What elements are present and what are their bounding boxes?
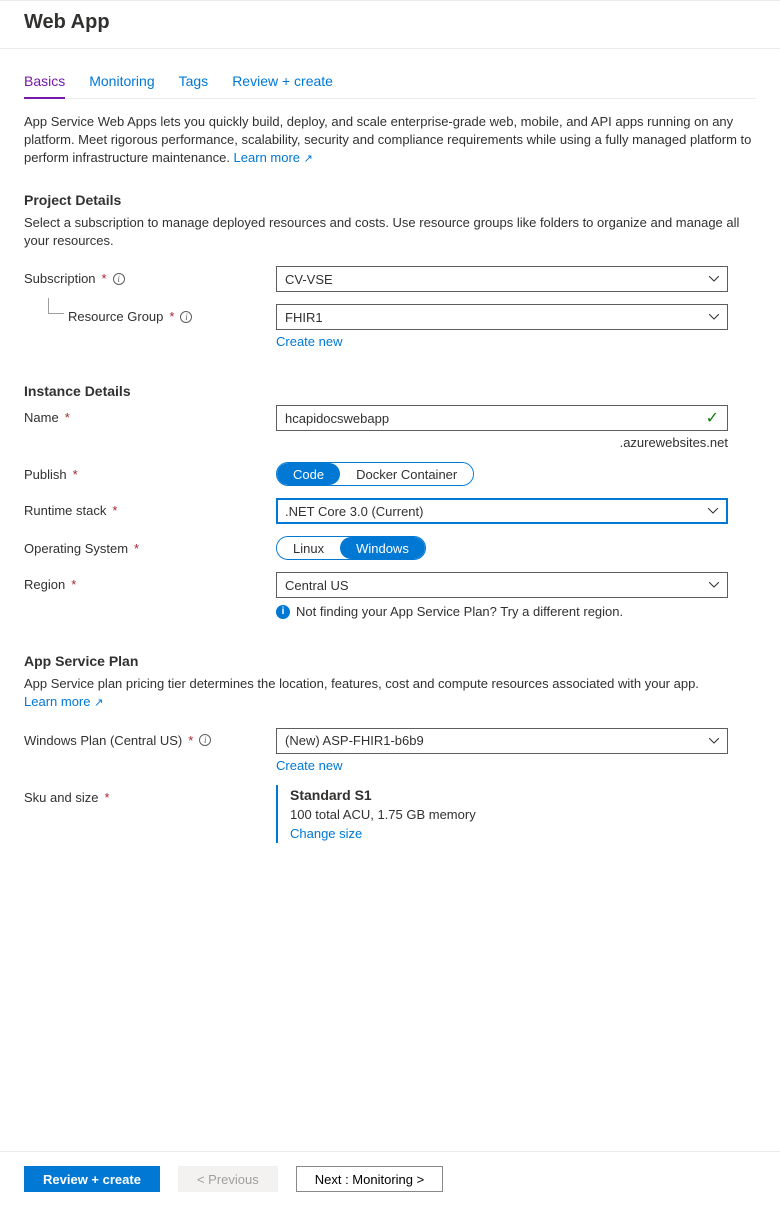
resource-group-select[interactable]: FHIR1	[276, 304, 728, 330]
tabs: Basics Monitoring Tags Review + create	[24, 49, 756, 99]
runtime-select[interactable]: .NET Core 3.0 (Current)	[276, 498, 728, 524]
previous-button: < Previous	[178, 1166, 278, 1192]
required-indicator: *	[102, 271, 107, 286]
sku-desc: 100 total ACU, 1.75 GB memory	[290, 803, 728, 822]
windows-plan-label: Windows Plan (Central US)	[24, 733, 182, 748]
chevron-down-icon	[709, 738, 719, 744]
project-details-desc: Select a subscription to manage deployed…	[24, 208, 756, 260]
chevron-down-icon	[709, 314, 719, 320]
project-details-heading: Project Details	[24, 178, 756, 208]
subscription-label: Subscription	[24, 271, 96, 286]
runtime-label: Runtime stack	[24, 503, 106, 518]
required-indicator: *	[112, 503, 117, 518]
chevron-down-icon	[709, 276, 719, 282]
sku-label: Sku and size	[24, 790, 98, 805]
region-hint: Not finding your App Service Plan? Try a…	[296, 604, 623, 619]
publish-toggle: Code Docker Container	[276, 462, 474, 486]
required-indicator: *	[73, 467, 78, 482]
required-indicator: *	[104, 790, 109, 805]
os-label: Operating System	[24, 541, 128, 556]
region-label: Region	[24, 577, 65, 592]
publish-docker-option[interactable]: Docker Container	[340, 463, 473, 485]
info-filled-icon: i	[276, 605, 290, 619]
os-toggle: Linux Windows	[276, 536, 426, 560]
page-title: Web App	[24, 11, 756, 34]
os-windows-option[interactable]: Windows	[340, 537, 425, 559]
sku-info: Standard S1 100 total ACU, 1.75 GB memor…	[276, 785, 728, 843]
region-select[interactable]: Central US	[276, 572, 728, 598]
tab-monitoring[interactable]: Monitoring	[89, 69, 154, 99]
name-input[interactable]: hcapidocswebapp ✓	[276, 405, 728, 431]
footer: Review + create < Previous Next : Monito…	[0, 1151, 780, 1206]
subscription-select[interactable]: CV-VSE	[276, 266, 728, 292]
tab-review-create[interactable]: Review + create	[232, 69, 333, 99]
required-indicator: *	[188, 733, 193, 748]
intro-text: App Service Web Apps lets you quickly bu…	[24, 99, 756, 178]
instance-details-heading: Instance Details	[24, 355, 756, 399]
check-icon: ✓	[706, 408, 719, 428]
required-indicator: *	[71, 577, 76, 592]
os-linux-option[interactable]: Linux	[277, 537, 340, 559]
next-button[interactable]: Next : Monitoring >	[296, 1166, 443, 1192]
change-size-link[interactable]: Change size	[290, 826, 362, 841]
tab-tags[interactable]: Tags	[179, 69, 209, 99]
name-suffix: .azurewebsites.net	[276, 431, 728, 450]
chevron-down-icon	[709, 582, 719, 588]
tab-basics[interactable]: Basics	[24, 69, 65, 99]
app-service-plan-heading: App Service Plan	[24, 625, 756, 669]
publish-label: Publish	[24, 467, 67, 482]
plan-learn-more-link[interactable]: Learn more ↗	[24, 694, 103, 709]
info-icon[interactable]: i	[113, 273, 125, 285]
external-link-icon: ↗	[304, 153, 313, 165]
sku-name: Standard S1	[290, 787, 728, 803]
external-link-icon: ↗	[94, 697, 103, 709]
required-indicator: *	[65, 410, 70, 425]
info-icon[interactable]: i	[199, 734, 211, 746]
required-indicator: *	[134, 541, 139, 556]
review-create-button[interactable]: Review + create	[24, 1166, 160, 1192]
resource-group-label: Resource Group	[68, 309, 163, 324]
create-new-plan-link[interactable]: Create new	[276, 758, 342, 773]
windows-plan-select[interactable]: (New) ASP-FHIR1-b6b9	[276, 728, 728, 754]
tree-line-icon	[48, 298, 64, 314]
app-service-plan-desc: App Service plan pricing tier determines…	[24, 669, 756, 722]
required-indicator: *	[169, 309, 174, 324]
publish-code-option[interactable]: Code	[277, 463, 340, 485]
learn-more-link[interactable]: Learn more ↗	[234, 150, 313, 165]
chevron-down-icon	[708, 508, 718, 514]
info-icon[interactable]: i	[180, 311, 192, 323]
name-label: Name	[24, 410, 59, 425]
create-new-rg-link[interactable]: Create new	[276, 334, 342, 349]
